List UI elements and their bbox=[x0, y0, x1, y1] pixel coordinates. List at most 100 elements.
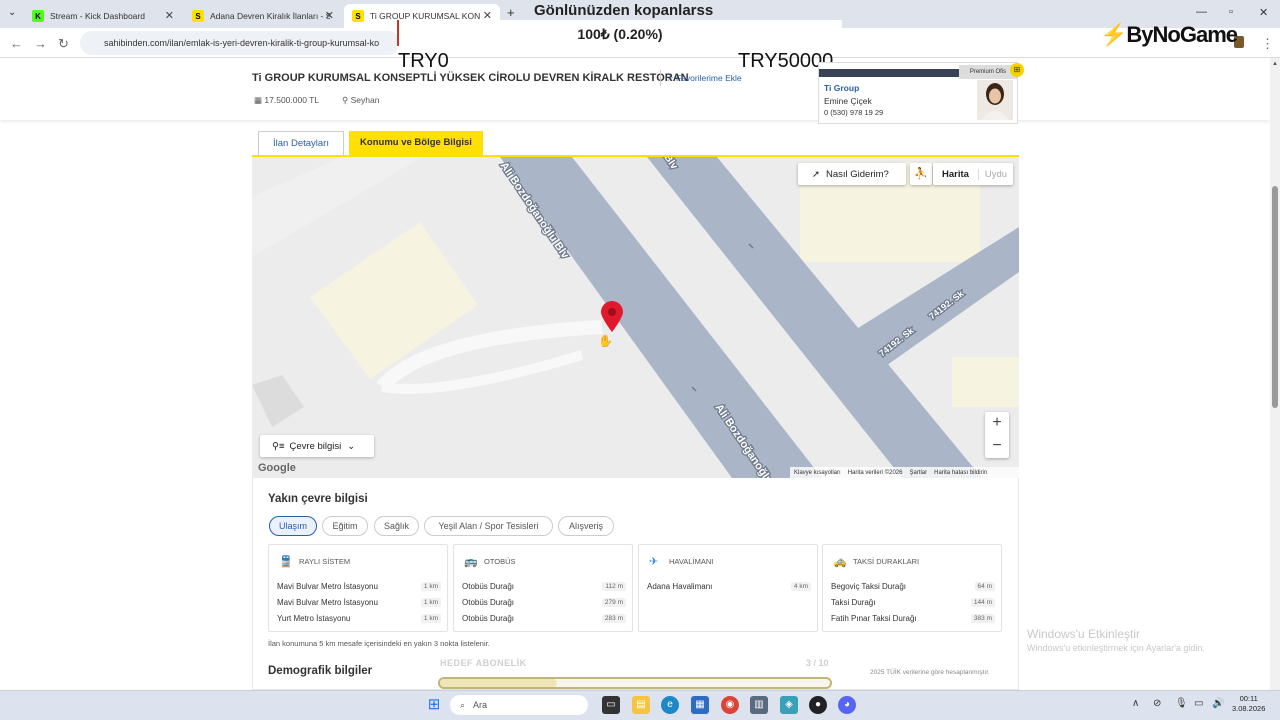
taskbar-search[interactable]: ⌕ Ara bbox=[450, 695, 588, 715]
how-to-go-button[interactable]: ➚ Nasıl Giderim? bbox=[798, 163, 906, 185]
chip-shopping[interactable]: Alışveriş bbox=[558, 516, 614, 536]
activation-subtitle: Windows'u etkinleştirmek için Ayarlar'a … bbox=[1027, 643, 1205, 653]
rail-card: 🚆 RAYLI SİSTEM Mavi Bulvar Metro İstasyo… bbox=[268, 544, 448, 632]
place-name: Mavi Bulvar Metro İstasyonu bbox=[277, 598, 378, 607]
search-icon: ⌕ bbox=[460, 699, 466, 710]
distance-badge: 283 m bbox=[601, 614, 626, 623]
new-tab-icon[interactable]: + bbox=[507, 5, 515, 20]
keyboard-shortcuts-link[interactable]: Klavye kısayolları bbox=[794, 470, 841, 476]
list-item: Otobüs Durağı 112 m bbox=[462, 582, 626, 594]
distance-badge: 64 m bbox=[974, 582, 995, 591]
map-type-toggle: Harita Uydu bbox=[933, 163, 1013, 185]
url-field[interactable]: sahibinden.com/ilan/emlak-is-yeri-devren… bbox=[80, 31, 400, 55]
microphone-icon[interactable]: 🎙 bbox=[1175, 698, 1188, 709]
agent-company[interactable]: Ti Group bbox=[824, 83, 859, 93]
map-canvas[interactable]: Ali Bozdoğanoğlu Blv Ali Bozdoğanoğlu Bl… bbox=[252, 157, 1019, 478]
street-view-icon[interactable]: ⛹ bbox=[910, 163, 932, 185]
tab-listing-details[interactable]: İlan Detayları bbox=[258, 131, 344, 156]
back-icon[interactable]: ← bbox=[10, 36, 23, 51]
close-tab-icon[interactable]: ✕ bbox=[325, 9, 334, 22]
scroll-up-icon[interactable]: ▲ bbox=[1272, 61, 1278, 67]
overlay-divider bbox=[397, 20, 399, 46]
environment-info-button[interactable]: ⚲≡ Çevre bilgisi ⌄ bbox=[260, 435, 374, 457]
place-name: Otobüs Durağı bbox=[462, 598, 515, 607]
goal-min-label: TRY0 bbox=[398, 50, 449, 72]
favorite-link[interactable]: ☆ Favorilerime Ekle bbox=[666, 73, 742, 84]
window-close-icon[interactable]: ✕ bbox=[1259, 6, 1268, 19]
zoom-in-icon[interactable]: + bbox=[985, 412, 1009, 435]
environment-info-label: Çevre bilgisi bbox=[289, 440, 342, 452]
maximize-icon[interactable]: ▫ bbox=[1229, 6, 1233, 18]
map-view[interactable]: Ali Bozdoğanoğlu Blv Ali Bozdoğanoğlu Bl… bbox=[252, 157, 1019, 478]
listing-header bbox=[0, 58, 1270, 120]
tuik-note: 2025 TÜİK verilerine göre hesaplanmıştır… bbox=[870, 669, 990, 676]
windows-start-icon[interactable]: ⊞ bbox=[425, 696, 443, 714]
discord-icon[interactable]: ◕ bbox=[838, 696, 856, 714]
minimize-icon[interactable]: — bbox=[1196, 6, 1207, 18]
map-type-satellite[interactable]: Uydu bbox=[979, 169, 1013, 180]
store-icon[interactable]: ▦ bbox=[691, 696, 709, 714]
forward-icon[interactable]: → bbox=[34, 36, 47, 51]
taskbar-clock[interactable]: 00:11 3.08.2026 bbox=[1232, 694, 1265, 714]
distance-badge: 1 km bbox=[420, 598, 441, 607]
search-placeholder: Ara bbox=[473, 700, 488, 710]
place-name: Mavi Bulvar Metro İstasyonu bbox=[277, 582, 378, 591]
menu-icon[interactable]: ⋮ bbox=[1261, 36, 1274, 52]
distance-badge: 112 m bbox=[602, 582, 626, 591]
network-icon[interactable]: ⊘ bbox=[1153, 698, 1161, 709]
chip-education[interactable]: Eğitim bbox=[322, 516, 368, 536]
map-type-map[interactable]: Harita bbox=[933, 168, 979, 180]
list-item: Mavi Bulvar Metro İstasyonu 1 km bbox=[277, 598, 441, 610]
steam-icon[interactable]: ● bbox=[809, 696, 827, 714]
agent-card[interactable]: Premium Ofis ⊞ Ti Group Emine Çiçek 0 (5… bbox=[818, 62, 1024, 124]
chip-health[interactable]: Sağlık bbox=[374, 516, 419, 536]
tab-title: Stream - Kick Dashboard bbox=[50, 11, 145, 21]
tab-title: Adana Devren Kiralık İlanları - S bbox=[210, 11, 330, 21]
listing-title: Ti GROUP KURUMSAL KONSEPTLİ YÜKSEK CİROL… bbox=[252, 72, 689, 84]
poi-filter-icon: ⚲≡ bbox=[272, 440, 285, 452]
calculator-icon[interactable]: ▥ bbox=[750, 696, 768, 714]
how-to-go-label: Nasıl Giderim? bbox=[825, 168, 889, 180]
distance-badge: 144 m bbox=[970, 598, 995, 607]
favorite-label: Favorilerime Ekle bbox=[675, 73, 742, 83]
task-view-icon[interactable]: ▭ bbox=[602, 696, 620, 714]
tray-chevron-icon[interactable]: ∧ bbox=[1132, 698, 1139, 709]
scrollbar-thumb[interactable] bbox=[1272, 186, 1278, 408]
zoom-out-icon[interactable]: − bbox=[985, 435, 1009, 458]
close-tab-icon[interactable]: ✕ bbox=[165, 9, 174, 22]
subscriber-goal-count: 3 / 10 bbox=[806, 658, 829, 668]
vpn-icon[interactable]: ◈ bbox=[780, 696, 798, 714]
distance-badge: 1 km bbox=[420, 582, 441, 591]
tab-location-info[interactable]: Konumu ve Bölge Bilgisi bbox=[349, 131, 483, 156]
listing-location: ⚲ Seyhan bbox=[342, 95, 379, 106]
location-pin-icon: ⚲ bbox=[342, 95, 351, 105]
place-name: Yurt Metro İstasyonu bbox=[277, 614, 351, 623]
list-item: Otobüs Durağı 283 m bbox=[462, 614, 626, 626]
edge-icon[interactable]: e bbox=[661, 696, 679, 714]
browser-tab[interactable]: S Adana Devren Kiralık İlanları - S ✕ bbox=[184, 4, 342, 28]
terms-link[interactable]: Şartlar bbox=[909, 470, 927, 476]
display-icon[interactable]: ▭ bbox=[1194, 698, 1203, 709]
premium-store-icon: ⊞ bbox=[1010, 63, 1024, 77]
distance-badge: 279 m bbox=[601, 598, 626, 607]
list-item: Fatih Pınar Taksi Durağı 383 m bbox=[831, 614, 995, 626]
location-value: Seyhan bbox=[350, 95, 380, 105]
nearby-note: İlan konumuna 5 km mesafe içerisindeki e… bbox=[268, 639, 490, 648]
list-item: Taksi Durağı 144 m bbox=[831, 598, 995, 610]
chip-transport[interactable]: Ulaşım bbox=[269, 516, 317, 536]
report-error-link[interactable]: Harita hatası bildirin bbox=[934, 470, 987, 476]
file-explorer-icon[interactable]: ▤ bbox=[632, 696, 650, 714]
chip-green-sports[interactable]: Yeşil Alan / Spor Tesisleri bbox=[424, 516, 553, 536]
plane-icon: ✈ bbox=[649, 556, 659, 568]
brand-text: ByNoGame bbox=[1126, 22, 1238, 47]
agent-name: Emine Çiçek bbox=[824, 96, 872, 106]
tab-search-icon[interactable]: ⌄ bbox=[8, 7, 16, 18]
volume-icon[interactable]: 🔊 bbox=[1212, 698, 1224, 709]
reload-icon[interactable]: ↻ bbox=[58, 36, 69, 52]
chrome-icon[interactable]: ◉ bbox=[721, 696, 739, 714]
page-scrollbar[interactable]: ▲ bbox=[1270, 58, 1280, 690]
list-item: Otobüs Durağı 279 m bbox=[462, 598, 626, 610]
place-name: Otobüs Durağı bbox=[462, 614, 515, 623]
browser-tab[interactable]: K Stream - Kick Dashboard ✕ bbox=[24, 4, 182, 28]
google-logo: Google bbox=[258, 462, 296, 474]
